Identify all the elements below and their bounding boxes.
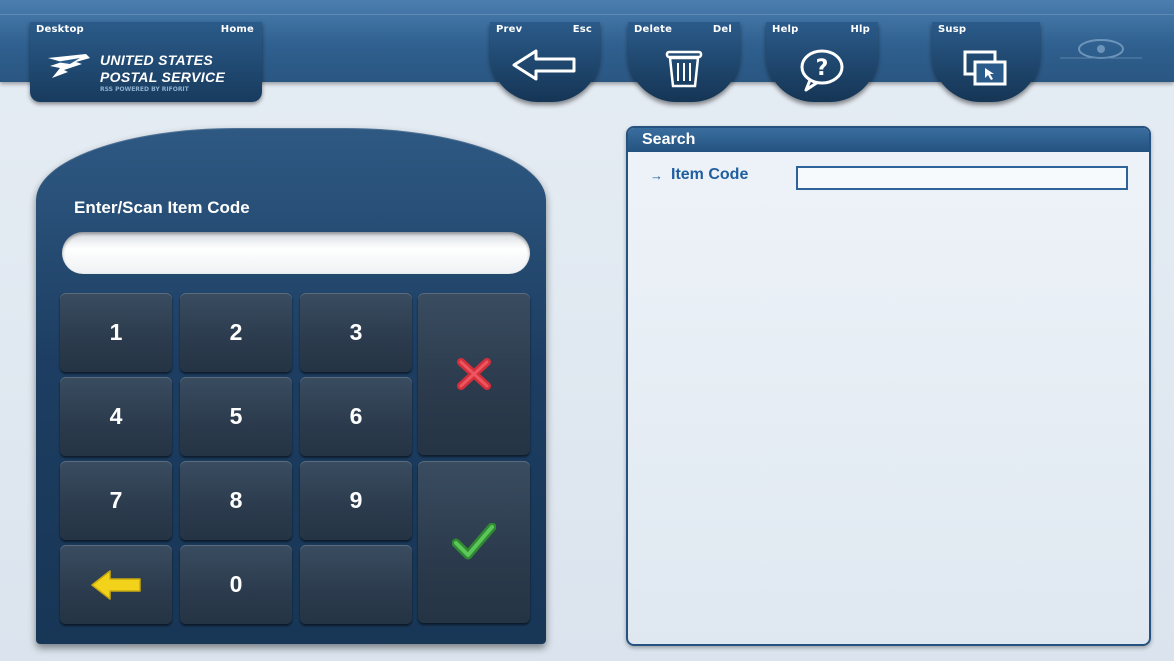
keypad-panel: Enter/Scan Item Code 1 2 3 4 5 6 7 8 9 0	[36, 128, 546, 644]
prev-tab-keys: Prev Esc	[496, 24, 592, 38]
brand-subline: RSS POWERED BY RIFORIT	[100, 86, 189, 93]
key-2[interactable]: 2	[180, 293, 292, 372]
yellow-left-arrow-icon	[91, 569, 141, 600]
green-check-icon	[452, 523, 496, 560]
enter-key[interactable]	[418, 461, 530, 623]
usps-eagle-logo-icon	[48, 54, 90, 78]
key-3[interactable]: 3	[300, 293, 412, 372]
key-8[interactable]: 8	[180, 461, 292, 540]
backspace-key[interactable]	[60, 545, 172, 624]
susp-label: Susp	[938, 24, 967, 35]
home-tab-keys: Desktop Home	[36, 24, 254, 38]
toolbar-highlight	[0, 14, 1174, 15]
prev-label: Prev	[496, 24, 523, 35]
key-1[interactable]: 1	[60, 293, 172, 372]
home-key-label[interactable]: Home	[221, 24, 254, 38]
keypad-title: Enter/Scan Item Code	[74, 198, 250, 217]
item-code-search-input[interactable]	[796, 166, 1128, 190]
help-tab-keys: Help Hlp	[772, 24, 870, 38]
blank-key	[300, 545, 412, 624]
home-tab[interactable]: Desktop Home UNITED STATES POSTAL SERVIC…	[30, 22, 262, 102]
search-header: Search	[628, 128, 1149, 152]
red-x-icon	[457, 358, 491, 390]
brand-line1: UNITED STATES	[100, 52, 214, 68]
right-arrow-icon: →	[650, 167, 663, 183]
desktop-key-label[interactable]: Desktop	[36, 24, 84, 38]
prev-hotkey: Esc	[572, 24, 592, 35]
key-5[interactable]: 5	[180, 377, 292, 456]
prev-button[interactable]: Prev Esc	[490, 22, 600, 102]
item-code-entry-field[interactable]	[62, 232, 530, 274]
brand-line2: POSTAL SERVICE	[100, 69, 226, 85]
back-arrow-icon	[512, 49, 576, 81]
cancel-key[interactable]	[418, 293, 530, 455]
susp-tab-keys: Susp	[938, 24, 1032, 38]
help-button[interactable]: Help Hlp ?	[766, 22, 878, 102]
key-6[interactable]: 6	[300, 377, 412, 456]
suspend-windows-icon	[963, 50, 1007, 86]
item-code-row: → Item Code	[650, 166, 748, 184]
key-7[interactable]: 7	[60, 461, 172, 540]
svg-text:?: ?	[816, 56, 829, 81]
key-9[interactable]: 9	[300, 461, 412, 540]
key-0[interactable]: 0	[180, 545, 292, 624]
help-bubble-icon: ?	[800, 49, 844, 92]
delete-label: Delete	[634, 24, 673, 35]
item-code-label: Item Code	[671, 166, 749, 183]
delete-hotkey: Del	[712, 24, 732, 35]
brand-watermark-icon	[1060, 39, 1142, 59]
trash-icon	[665, 50, 703, 88]
help-label: Help	[772, 24, 799, 35]
delete-tab-keys: Delete Del	[634, 24, 732, 38]
key-4[interactable]: 4	[60, 377, 172, 456]
help-hotkey: Hlp	[850, 24, 870, 35]
delete-button[interactable]: Delete Del	[628, 22, 740, 102]
search-panel: Search → Item Code	[626, 126, 1151, 646]
